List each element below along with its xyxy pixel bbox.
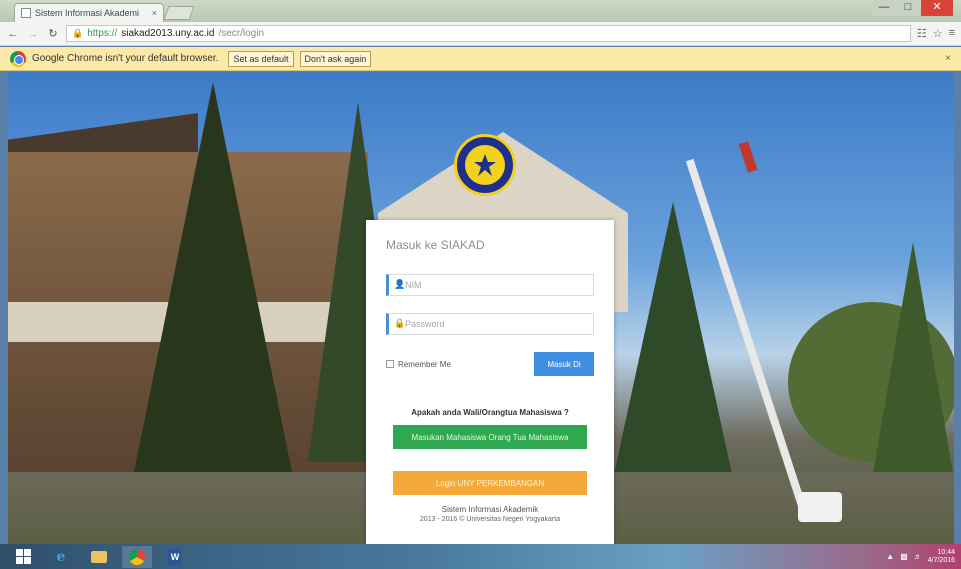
file-explorer-button[interactable]	[84, 546, 114, 568]
menu-icon[interactable]: ≡	[949, 27, 955, 40]
internet-explorer-button[interactable]: e	[46, 546, 76, 568]
nim-field-wrapper: 👤	[386, 274, 594, 296]
university-logo	[454, 134, 516, 196]
set-default-button[interactable]: Set as default	[228, 50, 294, 67]
footer-copyright: 2013 - 2016 © Universitas Negeri Yogyaka…	[419, 516, 561, 523]
browser-tab[interactable]: Sistem Informasi Akademi ×	[14, 3, 164, 22]
minimize-button[interactable]: —	[873, 0, 895, 16]
window-controls: — □ ✕	[873, 0, 953, 16]
tab-close-icon[interactable]: ×	[152, 8, 157, 18]
tray-date: 4/7/2016	[927, 556, 955, 564]
word-icon: W	[168, 548, 182, 565]
remember-me[interactable]: Remember Me	[386, 360, 451, 369]
network-icon[interactable]: ▩	[900, 552, 908, 561]
user-icon: 👤	[394, 279, 406, 289]
extension-icon[interactable]: ☷	[917, 27, 927, 40]
url-scheme: https://	[87, 28, 118, 39]
login-card: Masuk ke SIAKAD 👤 🔒 Remember Me Masuk Di…	[366, 220, 614, 544]
dont-ask-again-button[interactable]: Don't ask again	[299, 50, 372, 67]
word-taskbar-button[interactable]: W	[160, 546, 190, 568]
tab-title: Sistem Informasi Akademi	[35, 8, 140, 18]
orange-link-button[interactable]: Login UNY PERKEMBANGAN	[393, 471, 587, 495]
password-field-wrapper: 🔒	[386, 313, 594, 335]
logo-emblem-icon	[465, 145, 505, 185]
reload-icon[interactable]: ↻	[46, 27, 60, 40]
volume-icon[interactable]: ♬	[914, 552, 922, 561]
url-path: /secr/login	[218, 28, 265, 39]
flag	[738, 141, 758, 173]
browser-titlebar: Sistem Informasi Akademi × — □ ✕	[0, 0, 961, 22]
login-actions-row: Remember Me Masuk Di	[386, 352, 594, 376]
windows-logo-icon	[15, 549, 31, 564]
page-favicon-icon	[21, 8, 31, 18]
browser-toolbar: ← → ↻ 🔒 https://siakad2013.uny.ac.id/sec…	[0, 22, 961, 46]
back-arrow-icon[interactable]: ←	[6, 28, 20, 40]
maximize-button[interactable]: □	[897, 0, 919, 16]
lock-icon: 🔒	[72, 28, 84, 38]
url-host: siakad2013.uny.ac.id	[121, 28, 215, 39]
tray-time: 10:44	[937, 548, 955, 556]
remember-me-label: Remember Me	[398, 359, 451, 369]
tray-arrow-icon[interactable]: ▲	[886, 552, 894, 561]
new-tab-button[interactable]	[163, 6, 195, 20]
ie-icon: e	[56, 548, 66, 565]
nim-input[interactable]	[389, 275, 593, 295]
flag-pole-base	[798, 492, 842, 522]
parent-login-button[interactable]: Masukan Mahasiswa Orang Tua Mahasiswa	[393, 425, 587, 449]
page-viewport: Masuk ke SIAKAD 👤 🔒 Remember Me Masuk Di…	[8, 72, 954, 544]
chrome-taskbar-button[interactable]	[122, 545, 152, 568]
star-icon[interactable]: ☆	[933, 27, 943, 40]
login-title: Masuk ke SIAKAD	[386, 238, 485, 252]
password-input[interactable]	[389, 314, 593, 334]
address-bar[interactable]: 🔒 https://siakad2013.uny.ac.id/secr/logi…	[66, 25, 911, 42]
system-tray: ▲ ▩ ♬ 10:44 4/7/2016	[886, 549, 961, 565]
toolbar-icons: ☷ ☆ ≡	[917, 27, 955, 40]
window-close-button[interactable]: ✕	[921, 0, 953, 16]
tray-clock[interactable]: 10:44 4/7/2016	[928, 549, 955, 565]
lock-icon: 🔒	[394, 318, 406, 328]
folder-icon	[91, 550, 107, 563]
footer-system-name: Sistem Informasi Akademik	[441, 505, 539, 514]
windows-taskbar: e W ▲ ▩ ♬ 10:44 4/7/2016	[0, 544, 961, 569]
forward-arrow-icon[interactable]: →	[26, 28, 40, 40]
infobar-message: Google Chrome isn't your default browser…	[32, 53, 219, 64]
infobar-close-icon[interactable]: ×	[945, 53, 951, 64]
chrome-logo-icon	[10, 50, 26, 67]
remember-me-checkbox[interactable]	[386, 360, 394, 368]
chrome-icon	[129, 548, 145, 565]
default-browser-infobar: Google Chrome isn't your default browser…	[0, 47, 961, 71]
login-button[interactable]: Masuk Di	[534, 352, 594, 376]
parent-question: Apakah anda Wali/Orangtua Mahasiswa ?	[411, 408, 569, 417]
start-button[interactable]	[8, 546, 38, 568]
